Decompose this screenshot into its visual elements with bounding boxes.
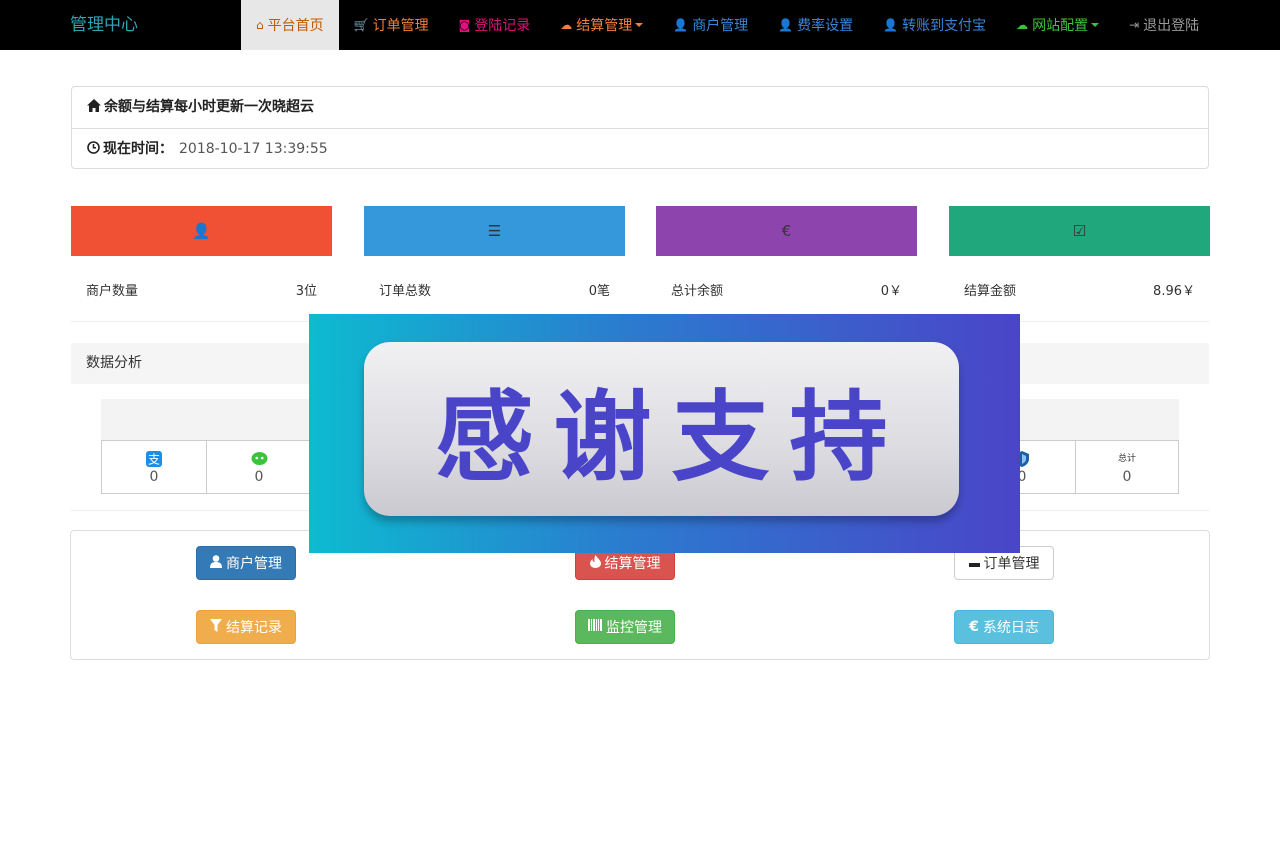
monitor-manage-button[interactable]: 监控管理 (575, 610, 675, 644)
stat-settlement-body: 结算金额 8.96￥ (949, 256, 1210, 322)
cloud-icon: ☁ (560, 18, 573, 32)
order-manage-label: 订单管理 (983, 556, 1040, 572)
monitor-manage-label: 监控管理 (606, 620, 662, 636)
minus-icon (968, 555, 980, 571)
stat-orders-body: 订单总数 0笔 (364, 256, 625, 322)
caret-down-icon (635, 23, 644, 27)
svg-text:支: 支 (148, 453, 160, 467)
stat-merchants-header: 👤 (71, 206, 332, 256)
settlement-records-button[interactable]: 结算记录 (196, 610, 296, 644)
logout-icon: ⇥ (1129, 18, 1140, 32)
caret-down-icon (1091, 23, 1100, 27)
alipay-count: 0 (149, 469, 159, 485)
nav-merchants-label: 商户管理 (692, 18, 749, 34)
stat-settlement-label: 结算金额 (964, 283, 1017, 299)
nav-site-config-label: 网站配置 (1032, 18, 1089, 34)
stat-orders-value: 0笔 (588, 283, 610, 299)
euro-icon: € (969, 619, 979, 635)
stat-balance-value: 0￥ (880, 283, 902, 299)
nav-logout[interactable]: ⇥ 退出登陆 (1114, 0, 1214, 50)
stat-orders: ☰ 订单总数 0笔 (364, 206, 625, 322)
stat-merchants-value: 3位 (295, 283, 317, 299)
cell-wechat: 0 (206, 440, 312, 494)
nav-logout-label: 退出登陆 (1143, 18, 1200, 34)
stat-balance-body: 总计余额 0￥ (656, 256, 917, 322)
stat-orders-label: 订单总数 (379, 283, 432, 299)
user-icon: 👤 (883, 18, 899, 32)
stat-settlement-header: ☑ (949, 206, 1210, 256)
nav-login-records-label: 登陆记录 (474, 18, 531, 34)
wechat-icon (207, 451, 311, 467)
info-panel: 余额与结算每小时更新一次晓超云 现在时间： 2018-10-17 13:39:55 (71, 86, 1209, 169)
user-icon: 👤 (778, 18, 794, 32)
settlement-records-label: 结算记录 (226, 620, 282, 636)
time-row: 现在时间： 2018-10-17 13:39:55 (72, 128, 1208, 169)
cell-alipay: 支 0 (101, 440, 207, 494)
current-time: 2018-10-17 13:39:55 (179, 141, 328, 157)
top-navbar: 管理中心 ⌂ 平台首页 🛒 订单管理 ◙ 登陆记录 ☁ 结算管理 👤 商户管理 👤 费率设置 👤 转账到支… (0, 0, 1280, 50)
cell-total: 总计 0 (1075, 440, 1179, 494)
nav-orders-label: 订单管理 (372, 18, 429, 34)
stat-merchants-body: 商户数量 3位 (71, 256, 332, 322)
nav-settlement[interactable]: ☁ 结算管理 (545, 0, 658, 50)
filter-icon (210, 618, 222, 636)
nav-transfer-alipay-label: 转账到支付宝 (902, 18, 987, 34)
total-icon: 总计 (1117, 454, 1136, 464)
merchant-manage-button[interactable]: 商户管理 (196, 546, 296, 580)
fire-icon (589, 554, 601, 572)
nav-rates[interactable]: 👤 费率设置 (763, 0, 868, 50)
notice-row: 余额与结算每小时更新一次晓超云 (72, 87, 1208, 128)
nav-site-config[interactable]: ☁ 网站配置 (1001, 0, 1114, 50)
stat-balance: € 总计余额 0￥ (656, 206, 917, 322)
nav-merchants[interactable]: 👤 商户管理 (658, 0, 763, 50)
stat-balance-label: 总计余额 (671, 283, 724, 299)
wechat-count: 0 (254, 469, 264, 485)
nav-transfer-alipay[interactable]: 👤 转账到支付宝 (868, 0, 1001, 50)
system-log-label: 系统日志 (982, 620, 1039, 636)
brand-title[interactable]: 管理中心 (0, 0, 241, 50)
thanks-banner-plate: 感谢支持 (364, 342, 959, 516)
thanks-text: 感谢支持 (435, 381, 908, 495)
camera-icon: ◙ (458, 18, 471, 32)
user-icon: 👤 (673, 18, 689, 32)
main-nav: ⌂ 平台首页 🛒 订单管理 ◙ 登陆记录 ☁ 结算管理 👤 商户管理 👤 费率设置 👤 转账到支付宝 ☁ 网站… (241, 0, 1214, 50)
user-icon (210, 554, 222, 572)
user-icon: 👤 (192, 222, 211, 240)
cart-icon: 🛒 (353, 18, 369, 32)
barcode-icon (588, 619, 602, 635)
merchant-manage-label: 商户管理 (226, 556, 282, 572)
cloud-icon: ☁ (1016, 18, 1029, 32)
settlement-manage-label: 结算管理 (604, 556, 661, 572)
nav-settlement-label: 结算管理 (576, 18, 633, 34)
stat-balance-header: € (656, 206, 917, 256)
nav-rates-label: 费率设置 (797, 18, 854, 34)
nav-login-records[interactable]: ◙ 登陆记录 (444, 0, 546, 50)
system-log-button[interactable]: € 系统日志 (954, 610, 1054, 644)
notice-text: 余额与结算每小时更新一次晓超云 (104, 99, 314, 115)
home-icon (87, 88, 101, 128)
total-count: 0 (1122, 469, 1132, 485)
stat-settlement-value: 8.96￥ (1153, 283, 1195, 299)
list-icon: ☰ (487, 222, 502, 240)
stat-merchants-label: 商户数量 (86, 283, 139, 299)
nav-home[interactable]: ⌂ 平台首页 (241, 0, 339, 50)
check-square-icon: ☑ (1072, 222, 1087, 240)
home-icon: ⌂ (256, 18, 264, 32)
stat-settlement: ☑ 结算金额 8.96￥ (949, 206, 1210, 322)
nav-orders[interactable]: 🛒 订单管理 (339, 0, 444, 50)
time-label: 现在时间： (103, 141, 173, 157)
stat-merchants: 👤 商户数量 3位 (71, 206, 332, 322)
thanks-overlay-banner: 感谢支持 (309, 314, 1020, 553)
alipay-icon: 支 (102, 451, 206, 467)
euro-icon: € (781, 222, 792, 240)
nav-home-label: 平台首页 (267, 18, 324, 34)
stat-orders-header: ☰ (364, 206, 625, 256)
clock-icon (87, 130, 100, 170)
